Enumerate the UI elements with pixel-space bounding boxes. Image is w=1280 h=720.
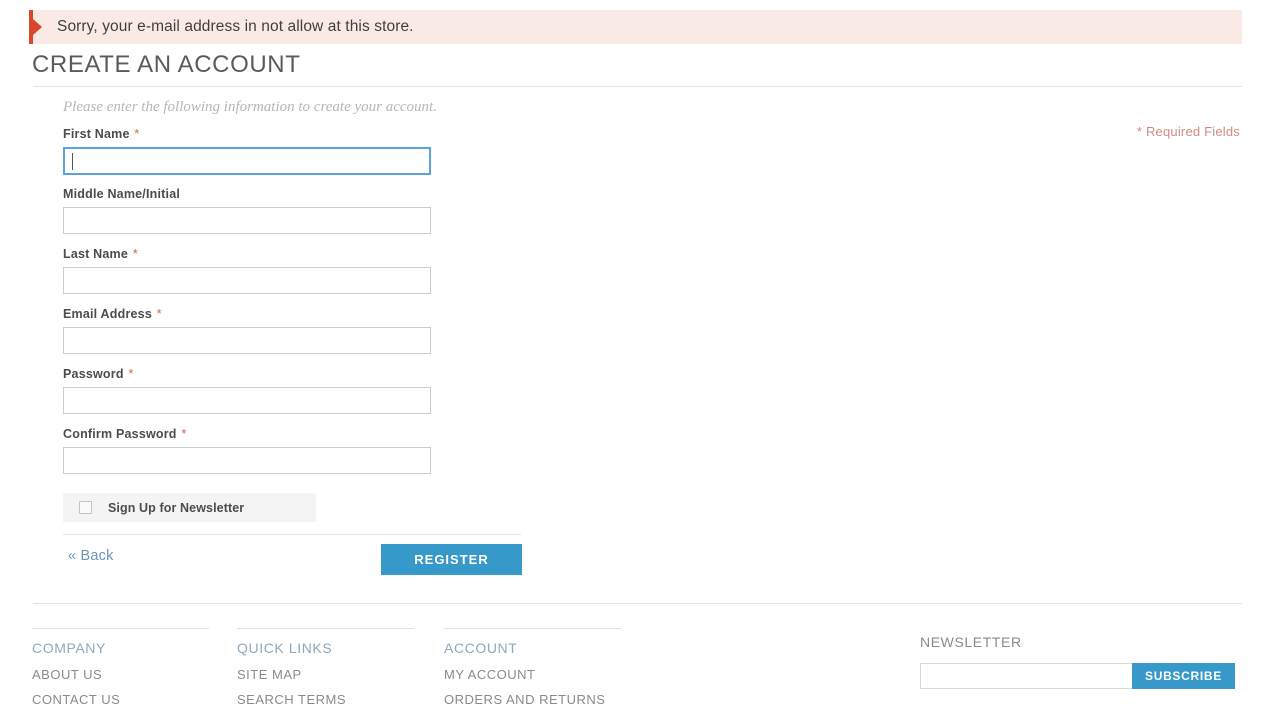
input-wrapper [63,147,523,175]
error-banner: Sorry, your e-mail address in not allow … [29,10,1242,44]
field-label: Password * [63,366,134,381]
field-group: Middle Name/Initial [63,187,523,234]
footer-column-rule [237,628,414,629]
field-label: First Name * [63,126,140,141]
footer-link[interactable]: ORDERS AND RETURNS [444,692,621,707]
newsletter-optin-row[interactable]: Sign Up for Newsletter [63,493,316,522]
footer-column-account: ACCOUNT MY ACCOUNT ORDERS AND RETURNS [444,628,621,717]
footer-column-rule [444,628,621,629]
newsletter-signup-form: SUBSCRIBE [920,663,1235,689]
footer-heading: COMPANY [32,640,106,656]
field-group: Password * [63,366,523,414]
newsletter-signup-heading: NEWSLETTER [920,634,1022,650]
input-email-address[interactable] [63,327,431,354]
input-wrapper [63,327,523,354]
input-wrapper [63,207,523,234]
title-divider [33,86,1242,87]
newsletter-checkbox-label: Sign Up for Newsletter [108,500,245,515]
field-label: Confirm Password * [63,426,187,441]
footer-column-rule [32,628,209,629]
field-group: First Name * [63,126,523,175]
input-wrapper [63,447,523,474]
field-group: Email Address * [63,306,523,354]
newsletter-email-input[interactable] [920,663,1132,689]
field-group: Last Name * [63,246,523,294]
register-button[interactable]: REGISTER [381,544,522,575]
required-asterisk: * [134,126,140,141]
input-wrapper [63,267,523,294]
required-fields-note: * Required Fields [1136,124,1240,139]
error-marker-icon [29,10,42,44]
input-last-name[interactable] [63,267,431,294]
back-link[interactable]: « Back [68,548,114,564]
newsletter-signup: NEWSLETTER SUBSCRIBE [920,634,1235,689]
footer-link[interactable]: CONTACT US [32,692,209,707]
registration-form: First Name * Middle Name/Initial Last Name… [63,126,523,486]
input-first-name[interactable] [63,147,431,175]
field-group: Confirm Password * [63,426,523,474]
footer-divider [33,603,1242,604]
footer-link[interactable]: MY ACCOUNT [444,667,621,682]
footer-link[interactable]: ABOUT US [32,667,209,682]
page-title: CREATE AN ACCOUNT [32,51,301,78]
form-intro-text: Please enter the following information t… [63,99,437,115]
required-asterisk: * [181,426,187,441]
footer-heading: QUICK LINKS [237,640,333,656]
required-asterisk: * [128,366,134,381]
footer-link[interactable]: SEARCH TERMS [237,692,414,707]
error-message: Sorry, your e-mail address in not allow … [57,18,414,35]
footer-column-quick-links: QUICK LINKS SITE MAP SEARCH TERMS [237,628,414,717]
input-confirm-password[interactable] [63,447,431,474]
input-password[interactable] [63,387,431,414]
footer-heading: ACCOUNT [444,640,518,656]
field-label: Last Name * [63,246,138,261]
required-asterisk: * [156,306,162,321]
required-asterisk: * [132,246,138,261]
form-actions-divider [63,534,521,535]
input-wrapper [63,387,523,414]
footer-link[interactable]: SITE MAP [237,667,414,682]
footer-column-company: COMPANY ABOUT US CONTACT US [32,628,209,717]
input-middle-name-initial[interactable] [63,207,431,234]
newsletter-checkbox[interactable] [79,501,92,514]
field-label: Email Address * [63,306,162,321]
text-caret [72,153,73,170]
field-label: Middle Name/Initial [63,187,181,201]
subscribe-button[interactable]: SUBSCRIBE [1132,663,1235,689]
